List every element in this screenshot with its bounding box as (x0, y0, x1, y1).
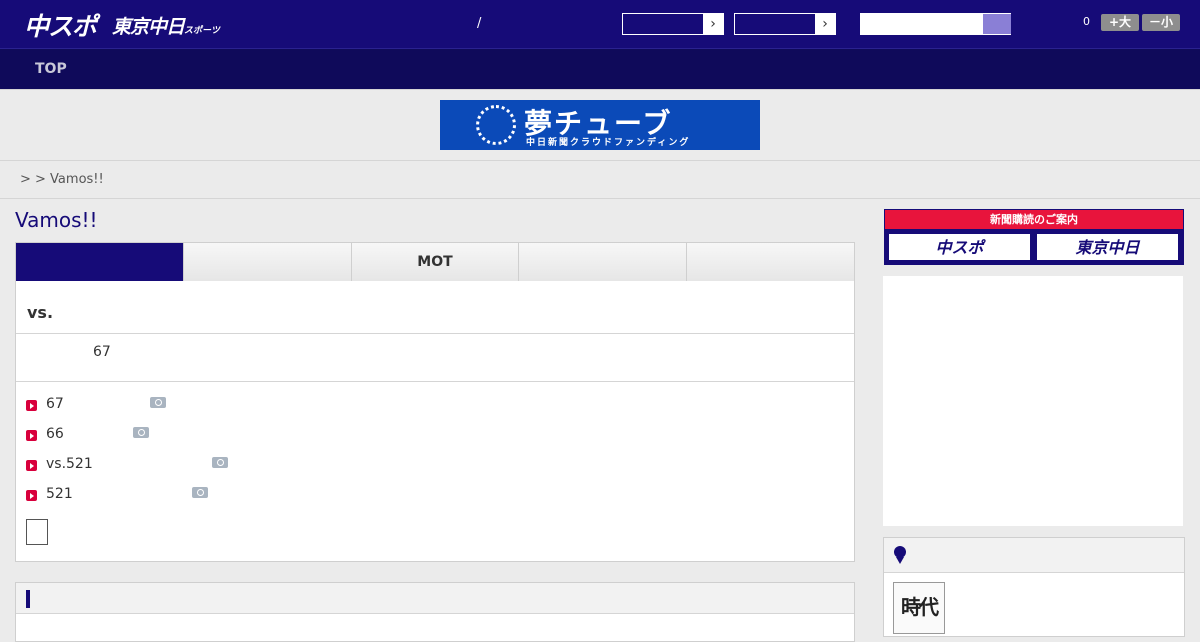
header-select-1[interactable]: › (622, 13, 724, 35)
ad-slot[interactable] (883, 276, 1183, 526)
camera-icon (212, 457, 228, 468)
news-title: 67 (46, 396, 64, 412)
section-box (15, 582, 855, 642)
font-larger-button[interactable]: +大 (1101, 14, 1139, 31)
header-separator: / (477, 16, 482, 31)
notification-count: 0 (1083, 15, 1090, 28)
tab-4[interactable] (518, 243, 687, 281)
subscribe-tokyo-button[interactable]: 東京中日 (1036, 233, 1179, 261)
divider (16, 381, 854, 382)
play-icon (26, 430, 37, 441)
section-header (16, 583, 854, 614)
tokyo-logo-text: 東京中日 (112, 16, 185, 38)
section-accent-bar (26, 590, 30, 608)
nav-item-top[interactable]: TOP (35, 61, 67, 77)
chuspo-logo[interactable]: 中スポ (24, 7, 97, 43)
tokyo-chunichi-logo[interactable]: 東京中日スポーツ (112, 12, 220, 39)
font-smaller-button[interactable]: －小 (1142, 14, 1180, 31)
camera-icon (133, 427, 149, 438)
banner-subtitle: 中日新聞クラウドファンディング (526, 138, 691, 148)
camera-icon (150, 397, 166, 408)
subscription-header[interactable]: 新聞購読のご案内 (885, 210, 1183, 229)
search-button[interactable] (983, 14, 1011, 34)
subscription-box: 新聞購読のご案内 中スポ 東京中日 (884, 209, 1184, 265)
chevron-right-icon: › (815, 14, 835, 34)
tab-1[interactable] (16, 243, 183, 288)
divider (16, 333, 854, 334)
play-icon (26, 400, 37, 411)
list-item[interactable]: 521 (26, 486, 246, 504)
tab-mot[interactable]: MOT (350, 243, 519, 281)
tokyo-logo-sub: スポーツ (184, 26, 220, 36)
header-select-2[interactable]: › (734, 13, 836, 35)
tab-5[interactable] (686, 243, 854, 281)
yume-tube-banner[interactable]: 夢チューブ 中日新聞クラウドファンディング (440, 100, 760, 150)
tab-bar: MOT (15, 242, 855, 288)
play-icon (26, 460, 37, 471)
list-item[interactable]: vs.521 (26, 456, 266, 474)
tab-2[interactable] (182, 243, 351, 281)
subscribe-chuspo-button[interactable]: 中スポ (888, 233, 1031, 261)
banner-strip: 夢チューブ 中日新聞クラウドファンディング (0, 89, 1200, 161)
match-panel: vs. 67 67 66 vs.521 521 (15, 281, 855, 562)
news-title: 521 (46, 486, 73, 502)
page-title: Vamos!! (15, 208, 98, 232)
banner-dots-icon (476, 105, 516, 145)
breadcrumb[interactable]: > > Vamos!! (20, 172, 104, 187)
camera-icon (192, 487, 208, 498)
ranking-header (884, 538, 1184, 573)
news-title: vs.521 (46, 456, 93, 472)
list-item[interactable]: 67 (26, 396, 226, 414)
match-vs-heading: vs. (27, 303, 54, 322)
chevron-right-icon: › (703, 14, 723, 34)
search-input[interactable] (860, 13, 1011, 35)
ranking-thumbnail[interactable]: 時代 (893, 582, 945, 634)
global-nav: TOP (0, 48, 1200, 89)
divider (0, 198, 1200, 199)
ranking-box: 時代 (883, 537, 1185, 637)
more-button[interactable] (26, 519, 48, 545)
play-icon (26, 490, 37, 501)
list-item[interactable]: 66 (26, 426, 226, 444)
site-header: 中スポ 東京中日スポーツ / › › 0 +大 －小 (0, 0, 1200, 48)
match-score: 67 (93, 344, 111, 360)
medal-icon (894, 546, 906, 564)
news-title: 66 (46, 426, 64, 442)
